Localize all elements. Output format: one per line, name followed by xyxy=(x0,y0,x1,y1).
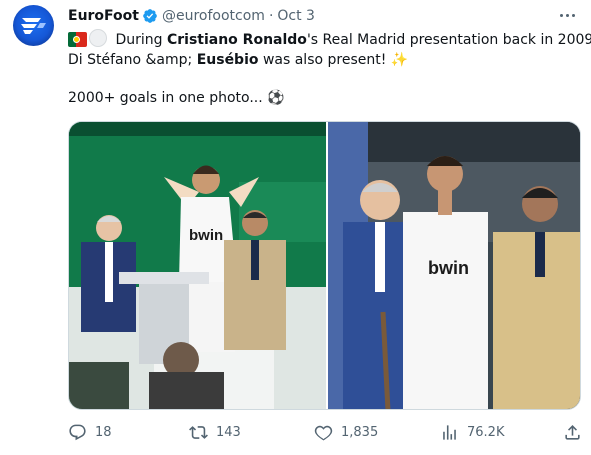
tweet-actions: 18 143 1,835 76.2K xyxy=(68,420,581,444)
retweet-icon xyxy=(189,425,208,439)
tweet-text-segment: was also present! xyxy=(258,52,391,68)
tweet-text-segment: 's Real Madrid presentation back in 2009… xyxy=(306,32,591,48)
more-dot-icon xyxy=(565,13,569,17)
portugal-flag-icon xyxy=(68,32,87,47)
separator-dot: · xyxy=(268,8,274,24)
avatar[interactable] xyxy=(13,5,54,46)
ronaldo-presentation-photo[interactable]: bwin xyxy=(69,122,326,409)
tweet-card[interactable]: EuroFoot @eurofootcom · Oct 3 During Cri… xyxy=(0,0,591,455)
like-button[interactable]: 1,835 xyxy=(314,420,378,444)
retweet-button[interactable]: 143 xyxy=(189,420,241,444)
analytics-icon xyxy=(443,424,456,440)
white-circle-icon xyxy=(89,29,107,47)
sponsor-text-right: bwin xyxy=(428,258,469,278)
like-count: 1,835 xyxy=(341,424,379,440)
mention-eusebio: Eusébio xyxy=(196,52,259,68)
tweet-line-3: 2000+ goals in one photo... ⚽ xyxy=(68,88,583,109)
tweet-text: During Cristiano Ronaldo's Real Madrid p… xyxy=(68,29,591,109)
views-count: 76.2K xyxy=(467,424,505,440)
share-icon xyxy=(565,424,580,440)
sponsor-text-left: bwin xyxy=(189,227,223,244)
reply-count: 18 xyxy=(95,424,112,440)
tweet-date[interactable]: Oct 3 xyxy=(277,8,315,24)
tweet-text-segment: During xyxy=(111,32,167,48)
media-grid: bwin bwin xyxy=(68,121,581,410)
tweet-line-1: During Cristiano Ronaldo's Real Madrid p… xyxy=(68,29,591,50)
mention-ronaldo: Cristiano Ronaldo xyxy=(166,32,307,48)
eurofoot-logo-icon xyxy=(21,18,46,34)
soccer-ball-icon: ⚽ xyxy=(267,90,285,106)
tweet-text-segment: 2000+ goals in one photo... xyxy=(68,90,268,106)
reply-icon xyxy=(69,424,86,440)
heart-icon xyxy=(314,425,333,440)
more-options-button[interactable] xyxy=(555,6,579,24)
tweet-header: EuroFoot @eurofootcom · Oct 3 xyxy=(68,6,315,26)
more-dot-icon xyxy=(559,13,563,17)
ronaldo-distefano-eusebio-photo[interactable]: bwin xyxy=(328,122,580,409)
tweet-text-segment: Di Stéfano &amp; xyxy=(68,52,197,68)
author-name[interactable]: EuroFoot xyxy=(68,8,139,24)
reply-button[interactable]: 18 xyxy=(68,420,112,444)
more-dot-icon xyxy=(571,13,575,17)
views-button[interactable]: 76.2K xyxy=(440,420,504,444)
tweet-line-2: Di Stéfano &amp; Eusébio was also presen… xyxy=(68,50,583,71)
verified-badge-icon xyxy=(142,8,158,24)
author-handle[interactable]: @eurofootcom xyxy=(162,8,265,24)
retweet-count: 143 xyxy=(216,424,241,440)
share-button[interactable] xyxy=(563,420,582,444)
sparkles-icon: ✨ xyxy=(390,52,409,68)
